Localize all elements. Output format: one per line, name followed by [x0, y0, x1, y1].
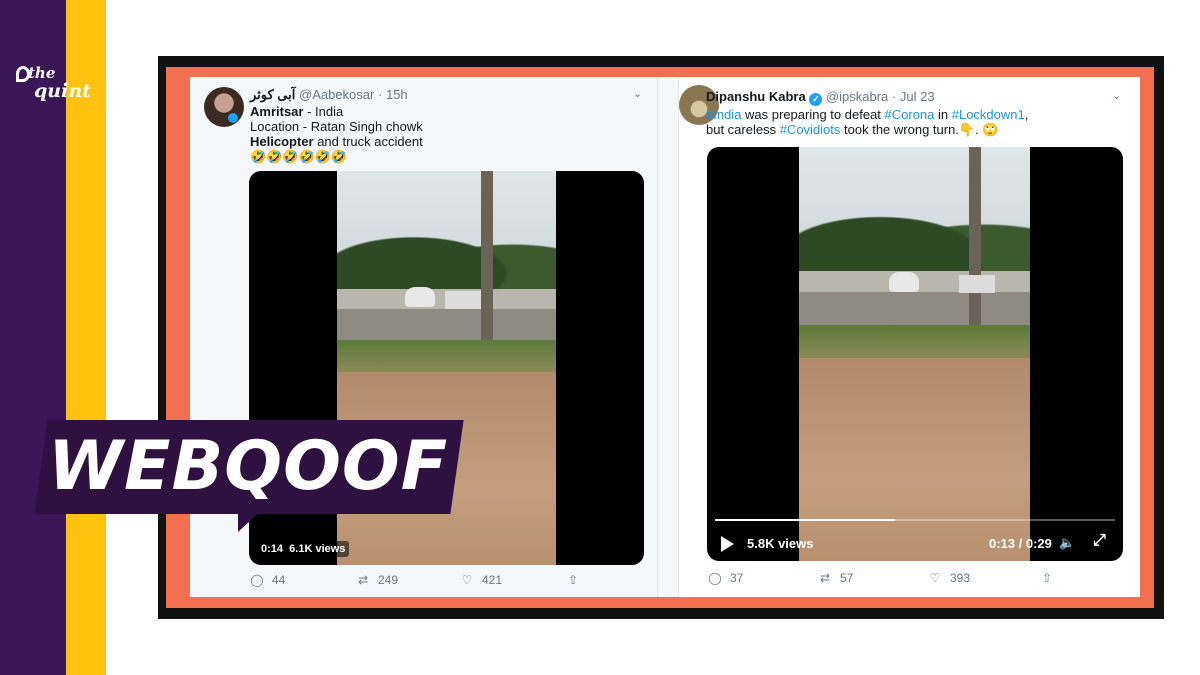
reply-icon: ◯ — [708, 571, 722, 585]
text-fragment: , — [1024, 107, 1029, 122]
webqoof-badge-tail — [238, 510, 262, 532]
tweet-time[interactable]: Jul 23 — [900, 89, 935, 104]
hashtag-corona[interactable]: #Corona — [885, 107, 935, 122]
text-fragment: took the wrong turn. — [840, 122, 959, 137]
subject-word: Helicopter — [250, 134, 314, 149]
video-progress-bar[interactable] — [715, 519, 1115, 521]
user-handle[interactable]: @Aabekosar — [299, 87, 374, 102]
user-handle[interactable]: @ipskabra — [826, 89, 888, 104]
share-icon: ⇧ — [567, 573, 579, 587]
display-name[interactable]: آبی کوثر — [250, 87, 295, 102]
fullscreen-icon[interactable]: ⤢ — [1093, 532, 1106, 550]
reply-button[interactable]: ◯ 37 — [706, 571, 743, 585]
tweet-actions: ◯ 37 ⇄ 57 ♡ 393 ⇧ — [706, 571, 1106, 589]
like-icon: ♡ — [461, 573, 473, 587]
share-button[interactable]: ⇧ — [564, 573, 588, 587]
video-elapsed: 0:14 — [261, 543, 284, 555]
place-name: Amritsar — [250, 104, 304, 119]
video-frame — [799, 147, 1030, 561]
hashtag-india[interactable]: #India — [706, 107, 741, 122]
tweet-time[interactable]: 15h — [386, 87, 408, 102]
emoji-fragment: 👇. 🙄 — [958, 122, 999, 137]
video-duration: 0:29 — [1025, 536, 1052, 551]
tweet-divider — [657, 77, 679, 597]
quint-mark-icon — [16, 66, 30, 82]
like-count: 393 — [950, 571, 971, 585]
tweet-header: Dipanshu Kabra ✓ @ipskabra · Jul 23 — [706, 89, 935, 106]
video-timecode: 0:13 / 0:29 — [989, 536, 1052, 551]
tweet-actions: ◯ 44 ⇄ 249 ♡ 421 ⇧ — [248, 573, 648, 591]
video-progress-fill — [715, 519, 895, 521]
separator: · — [891, 89, 897, 104]
like-button[interactable]: ♡ 421 — [458, 573, 502, 587]
verified-icon: ✓ — [809, 93, 823, 106]
share-icon: ⇧ — [1041, 571, 1053, 585]
verified-icon — [228, 113, 238, 123]
video-time-badge: 0:14 6.1K views — [257, 541, 350, 557]
like-icon: ♡ — [929, 571, 941, 585]
tweet-text: #India was preparing to defeat #Corona i… — [706, 107, 1028, 137]
video-views: 5.8K views — [747, 536, 814, 551]
reply-count: 44 — [272, 573, 286, 587]
play-icon[interactable] — [721, 536, 734, 552]
retweet-icon: ⇄ — [357, 573, 369, 587]
like-count: 421 — [482, 573, 503, 587]
tweet-card-ipskabra: Dipanshu Kabra ✓ @ipskabra · Jul 23 ⌄ #I… — [679, 77, 1140, 597]
display-name[interactable]: Dipanshu Kabra — [706, 89, 806, 104]
hashtag-covidiots[interactable]: #Covidiots — [780, 122, 841, 137]
tweet-video[interactable]: 5.8K views 0:13 / 0:29 🔈 ⤢ — [707, 147, 1123, 561]
retweet-count: 249 — [378, 573, 399, 587]
separator: · — [377, 87, 383, 102]
text-fragment: but careless — [706, 122, 780, 137]
video-elapsed: 0:13 — [989, 536, 1016, 551]
subject-rest: and truck accident — [313, 134, 423, 149]
tweet-header: آبی کوثر @Aabekosar · 15h — [250, 87, 408, 103]
webqoof-badge-label: WEBQOOF — [48, 427, 448, 506]
emoji-line: 🤣🤣🤣🤣🤣🤣 — [250, 149, 348, 164]
text-fragment: in — [934, 107, 952, 122]
chevron-down-icon[interactable]: ⌄ — [1112, 89, 1121, 102]
retweet-count: 57 — [840, 571, 854, 585]
tweet-text: Amritsar - India Location - Ratan Singh … — [250, 104, 423, 164]
retweet-button[interactable]: ⇄ 249 — [354, 573, 398, 587]
place-rest: - India — [303, 104, 344, 119]
logo-line-2: quint — [34, 80, 91, 102]
text-fragment: was preparing to defeat — [741, 107, 885, 122]
reply-count: 37 — [730, 571, 744, 585]
retweet-button[interactable]: ⇄ 57 — [816, 571, 853, 585]
retweet-icon: ⇄ — [819, 571, 831, 585]
like-button[interactable]: ♡ 393 — [926, 571, 970, 585]
reply-button[interactable]: ◯ 44 — [248, 573, 285, 587]
the-quint-logo: the quint — [14, 64, 91, 102]
volume-icon[interactable]: 🔈 — [1059, 535, 1075, 551]
chevron-down-icon[interactable]: ⌄ — [633, 87, 642, 100]
avatar[interactable] — [204, 87, 244, 127]
reply-icon: ◯ — [250, 573, 264, 587]
location-line: Location - Ratan Singh chowk — [250, 119, 423, 134]
video-views: 6.1K views — [289, 543, 346, 555]
hashtag-lockdown1[interactable]: #Lockdown1 — [952, 107, 1025, 122]
share-button[interactable]: ⇧ — [1038, 571, 1062, 585]
